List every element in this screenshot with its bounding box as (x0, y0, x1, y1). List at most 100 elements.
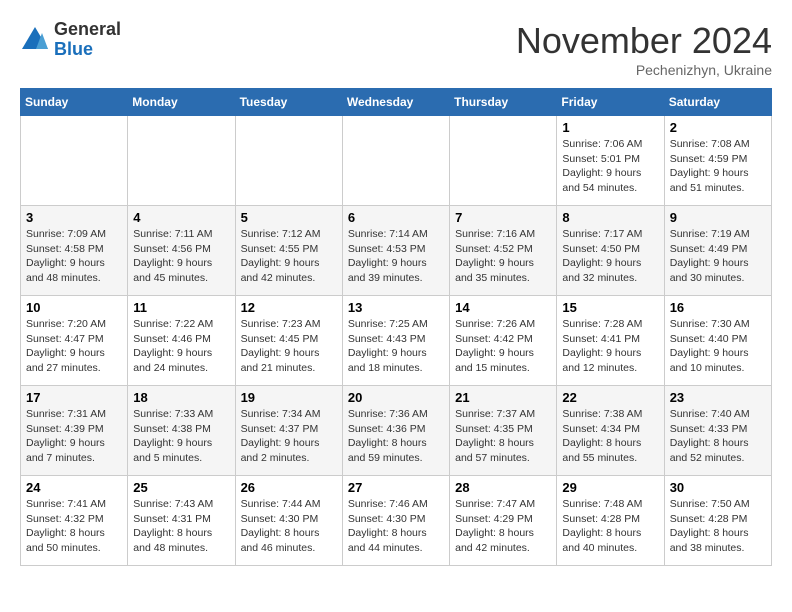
day-number: 9 (670, 210, 766, 225)
table-row: 7Sunrise: 7:16 AM Sunset: 4:52 PM Daylig… (450, 206, 557, 296)
day-info: Sunrise: 7:38 AM Sunset: 4:34 PM Dayligh… (562, 407, 658, 466)
day-number: 15 (562, 300, 658, 315)
day-info: Sunrise: 7:40 AM Sunset: 4:33 PM Dayligh… (670, 407, 766, 466)
day-number: 3 (26, 210, 122, 225)
day-info: Sunrise: 7:17 AM Sunset: 4:50 PM Dayligh… (562, 227, 658, 286)
day-info: Sunrise: 7:23 AM Sunset: 4:45 PM Dayligh… (241, 317, 337, 376)
title-block: November 2024 Pechenizhyn, Ukraine (516, 20, 772, 78)
table-row: 30 Sunrise: 7:50 AM Sunset: 4:28 PM Dayli… (664, 476, 771, 566)
table-row: 16 Sunrise: 7:30 AM Sunset: 4:40 PM Dayli… (664, 296, 771, 386)
day-info: Sunrise: 7:12 AM Sunset: 4:55 PM Dayligh… (241, 227, 337, 286)
table-row: 18 Sunrise: 7:33 AM Sunset: 4:38 PM Dayli… (128, 386, 235, 476)
day-info: Sunrise: 7:43 AM Sunset: 4:31 PM Dayligh… (133, 497, 229, 556)
location-subtitle: Pechenizhyn, Ukraine (516, 62, 772, 78)
day-number: 27 (348, 480, 444, 495)
table-row: 10Sunrise: 7:20 AM Sunset: 4:47 PM Dayli… (21, 296, 128, 386)
logo-text: General Blue (54, 20, 121, 60)
calendar-week-row: 24 Sunrise: 7:41 AM Sunset: 4:32 PM Dayli… (21, 476, 772, 566)
calendar-week-row: 1Sunrise: 7:06 AM Sunset: 5:01 PM Daylig… (21, 116, 772, 206)
day-number: 4 (133, 210, 229, 225)
day-info: Sunrise: 7:46 AM Sunset: 4:30 PM Dayligh… (348, 497, 444, 556)
day-number: 30 (670, 480, 766, 495)
day-number: 23 (670, 390, 766, 405)
day-info: Sunrise: 7:28 AM Sunset: 4:41 PM Dayligh… (562, 317, 658, 376)
day-number: 22 (562, 390, 658, 405)
header-monday: Monday (128, 89, 235, 116)
logo-icon (20, 25, 50, 55)
day-info: Sunrise: 7:36 AM Sunset: 4:36 PM Dayligh… (348, 407, 444, 466)
header-thursday: Thursday (450, 89, 557, 116)
day-number: 11 (133, 300, 229, 315)
day-info: Sunrise: 7:50 AM Sunset: 4:28 PM Dayligh… (670, 497, 766, 556)
day-number: 13 (348, 300, 444, 315)
day-info: Sunrise: 7:08 AM Sunset: 4:59 PM Dayligh… (670, 137, 766, 196)
day-info: Sunrise: 7:47 AM Sunset: 4:29 PM Dayligh… (455, 497, 551, 556)
day-info: Sunrise: 7:22 AM Sunset: 4:46 PM Dayligh… (133, 317, 229, 376)
day-info: Sunrise: 7:25 AM Sunset: 4:43 PM Dayligh… (348, 317, 444, 376)
table-row (235, 116, 342, 206)
day-info: Sunrise: 7:41 AM Sunset: 4:32 PM Dayligh… (26, 497, 122, 556)
table-row: 3 Sunrise: 7:09 AM Sunset: 4:58 PM Daylig… (21, 206, 128, 296)
day-info: Sunrise: 7:48 AM Sunset: 4:28 PM Dayligh… (562, 497, 658, 556)
table-row: 28 Sunrise: 7:47 AM Sunset: 4:29 PM Dayli… (450, 476, 557, 566)
day-number: 16 (670, 300, 766, 315)
day-info: Sunrise: 7:19 AM Sunset: 4:49 PM Dayligh… (670, 227, 766, 286)
day-number: 29 (562, 480, 658, 495)
calendar-week-row: 17Sunrise: 7:31 AM Sunset: 4:39 PM Dayli… (21, 386, 772, 476)
day-number: 8 (562, 210, 658, 225)
day-info: Sunrise: 7:26 AM Sunset: 4:42 PM Dayligh… (455, 317, 551, 376)
day-info: Sunrise: 7:44 AM Sunset: 4:30 PM Dayligh… (241, 497, 337, 556)
day-number: 28 (455, 480, 551, 495)
table-row: 15 Sunrise: 7:28 AM Sunset: 4:41 PM Dayli… (557, 296, 664, 386)
day-info: Sunrise: 7:14 AM Sunset: 4:53 PM Dayligh… (348, 227, 444, 286)
month-title: November 2024 (516, 20, 772, 62)
table-row (342, 116, 449, 206)
day-number: 25 (133, 480, 229, 495)
table-row: 20Sunrise: 7:36 AM Sunset: 4:36 PM Dayli… (342, 386, 449, 476)
table-row: 25 Sunrise: 7:43 AM Sunset: 4:31 PM Dayli… (128, 476, 235, 566)
table-row (128, 116, 235, 206)
calendar-table: Sunday Monday Tuesday Wednesday Thursday… (20, 88, 772, 566)
table-row: 29 Sunrise: 7:48 AM Sunset: 4:28 PM Dayli… (557, 476, 664, 566)
table-row (21, 116, 128, 206)
day-number: 7 (455, 210, 551, 225)
logo-general: General (54, 20, 121, 40)
table-row: 11 Sunrise: 7:22 AM Sunset: 4:46 PM Dayli… (128, 296, 235, 386)
day-info: Sunrise: 7:30 AM Sunset: 4:40 PM Dayligh… (670, 317, 766, 376)
table-row: 21 Sunrise: 7:37 AM Sunset: 4:35 PM Dayli… (450, 386, 557, 476)
day-number: 12 (241, 300, 337, 315)
table-row: 4 Sunrise: 7:11 AM Sunset: 4:56 PM Daylig… (128, 206, 235, 296)
calendar-header-row: Sunday Monday Tuesday Wednesday Thursday… (21, 89, 772, 116)
logo: General Blue (20, 20, 121, 60)
table-row: 13 Sunrise: 7:25 AM Sunset: 4:43 PM Dayli… (342, 296, 449, 386)
day-info: Sunrise: 7:37 AM Sunset: 4:35 PM Dayligh… (455, 407, 551, 466)
day-info: Sunrise: 7:06 AM Sunset: 5:01 PM Dayligh… (562, 137, 658, 196)
day-number: 21 (455, 390, 551, 405)
table-row: 26Sunrise: 7:44 AM Sunset: 4:30 PM Dayli… (235, 476, 342, 566)
table-row: 19Sunrise: 7:34 AM Sunset: 4:37 PM Dayli… (235, 386, 342, 476)
day-info: Sunrise: 7:09 AM Sunset: 4:58 PM Dayligh… (26, 227, 122, 286)
header-saturday: Saturday (664, 89, 771, 116)
day-number: 18 (133, 390, 229, 405)
calendar-week-row: 3 Sunrise: 7:09 AM Sunset: 4:58 PM Daylig… (21, 206, 772, 296)
day-info: Sunrise: 7:11 AM Sunset: 4:56 PM Dayligh… (133, 227, 229, 286)
day-info: Sunrise: 7:34 AM Sunset: 4:37 PM Dayligh… (241, 407, 337, 466)
page-header: General Blue November 2024 Pechenizhyn, … (20, 20, 772, 78)
table-row: 9 Sunrise: 7:19 AM Sunset: 4:49 PM Daylig… (664, 206, 771, 296)
header-sunday: Sunday (21, 89, 128, 116)
day-info: Sunrise: 7:33 AM Sunset: 4:38 PM Dayligh… (133, 407, 229, 466)
table-row: 27 Sunrise: 7:46 AM Sunset: 4:30 PM Dayli… (342, 476, 449, 566)
header-tuesday: Tuesday (235, 89, 342, 116)
header-friday: Friday (557, 89, 664, 116)
day-number: 14 (455, 300, 551, 315)
day-number: 6 (348, 210, 444, 225)
day-number: 10 (26, 300, 122, 315)
logo-blue: Blue (54, 40, 121, 60)
day-number: 5 (241, 210, 337, 225)
table-row: 17Sunrise: 7:31 AM Sunset: 4:39 PM Dayli… (21, 386, 128, 476)
day-number: 24 (26, 480, 122, 495)
table-row: 1Sunrise: 7:06 AM Sunset: 5:01 PM Daylig… (557, 116, 664, 206)
table-row: 22 Sunrise: 7:38 AM Sunset: 4:34 PM Dayli… (557, 386, 664, 476)
table-row: 23 Sunrise: 7:40 AM Sunset: 4:33 PM Dayli… (664, 386, 771, 476)
table-row: 5 Sunrise: 7:12 AM Sunset: 4:55 PM Daylig… (235, 206, 342, 296)
